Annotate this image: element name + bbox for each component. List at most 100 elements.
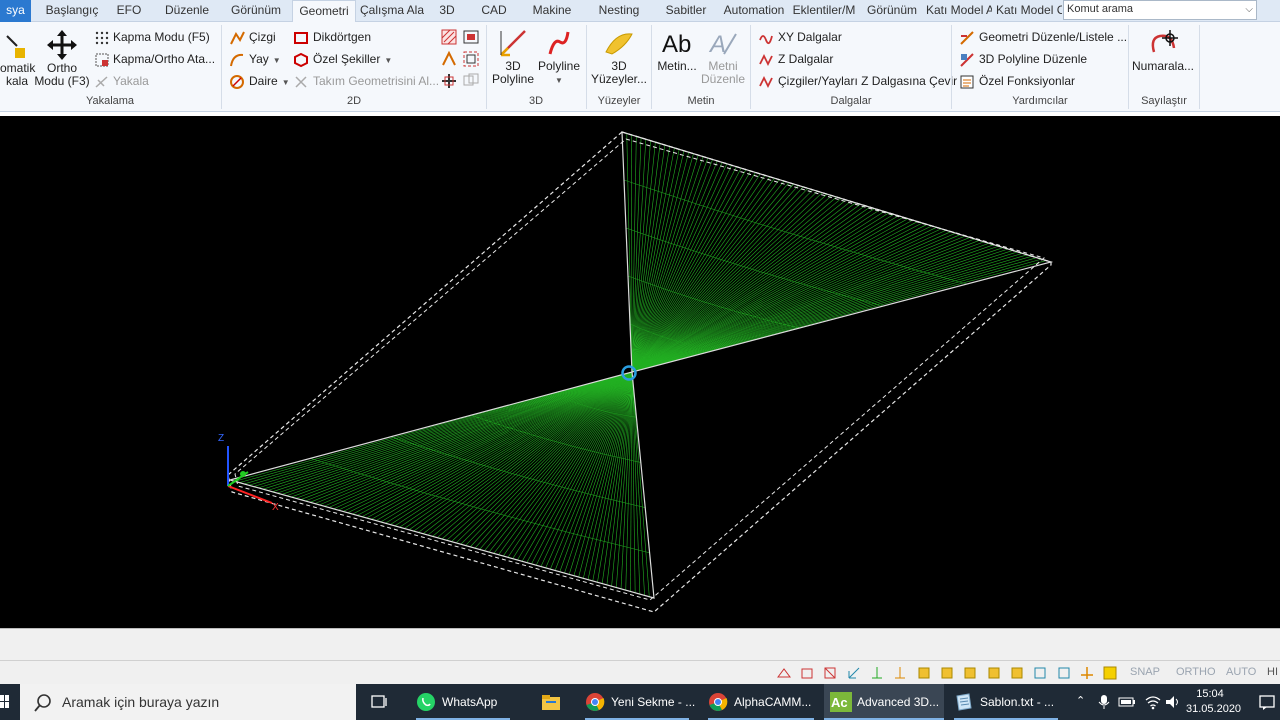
capture-button[interactable]: Yakala — [95, 72, 149, 90]
tab-solid-model-a[interactable]: Katı Model A — [926, 0, 992, 22]
xy-waves-button[interactable]: XY Dalgalar — [758, 28, 842, 46]
tool-geometry-button[interactable]: Takım Geometrisini Al... — [293, 72, 439, 90]
polyline-button[interactable]: Polyline ▼ — [536, 28, 582, 87]
tab-efo[interactable]: EFO — [108, 0, 150, 22]
chevron-down-icon[interactable]: ⌵ — [1245, 2, 1253, 18]
auto-toggle[interactable]: AUTO — [1226, 666, 1256, 678]
chevron-down-icon[interactable]: ▼ — [273, 56, 281, 65]
arc-button[interactable]: Yay ▼ — [229, 50, 281, 68]
rectangle-button[interactable]: Dikdörtgen — [293, 28, 371, 46]
command-search-input[interactable]: Komut arama ⌵ — [1063, 0, 1257, 20]
taskbar-app-chrome-1[interactable]: Yeni Sekme - ... — [585, 684, 695, 720]
highlight-box-icon[interactable] — [1102, 665, 1118, 681]
edit-text-button[interactable]: A Metni Düzenle — [700, 28, 746, 86]
tab-geometry[interactable]: Geometri — [292, 0, 356, 23]
tab-nesting[interactable]: Nesting — [592, 0, 646, 22]
group-label-capture: Yakalama — [85, 95, 135, 107]
windows-start-icon[interactable] — [0, 695, 10, 709]
chevron-down-icon[interactable]: ▼ — [282, 78, 290, 87]
geometry-edit-list-button[interactable]: Geometri Düzenle/Listele ... — [959, 28, 1127, 46]
chevron-down-icon[interactable]: ▼ — [384, 56, 392, 65]
special-shapes-button[interactable]: Özel Şekiller ▼ — [293, 50, 392, 68]
layer-box-icon[interactable] — [916, 665, 932, 681]
axis-xz-icon[interactable] — [869, 665, 885, 681]
view-front-icon[interactable] — [799, 665, 815, 681]
tab-cad[interactable]: CAD — [474, 0, 514, 22]
z-waves-button[interactable]: Z Dalgalar — [758, 50, 833, 68]
toolpath-line — [342, 371, 633, 512]
task-view-icon[interactable] — [370, 694, 390, 710]
hatch-icon[interactable] — [440, 28, 458, 46]
taskbar-app-label: Sablon.txt - ... — [980, 695, 1055, 709]
chevron-down-icon[interactable]: ▼ — [555, 76, 563, 85]
snap-toggle[interactable]: SNAP — [1130, 666, 1160, 678]
tab-solid-model-c[interactable]: Katı Model C — [996, 0, 1062, 22]
3d-polyline-button[interactable]: 3D Polyline — [488, 28, 538, 86]
speaker-icon[interactable] — [1164, 694, 1182, 710]
axis-yz-icon[interactable] — [892, 665, 908, 681]
line-button[interactable]: Çizgi — [229, 28, 276, 46]
text-button[interactable]: Ab Metin... — [654, 28, 700, 73]
numbering-button[interactable]: Numarala... — [1130, 28, 1196, 73]
layer-box-icon[interactable] — [986, 665, 1002, 681]
tab-constants[interactable]: Sabitler — [660, 0, 712, 22]
axis-xy-icon[interactable] — [846, 665, 862, 681]
trim-icon[interactable] — [440, 72, 458, 90]
tab-machine[interactable]: Makine — [526, 0, 578, 22]
layer-box-icon[interactable] — [939, 665, 955, 681]
layer-box-icon[interactable] — [1009, 665, 1025, 681]
tool-geometry-icon — [295, 76, 307, 88]
layer-box-icon[interactable] — [962, 665, 978, 681]
hi-toggle[interactable]: HI — [1267, 666, 1278, 678]
tab-addins[interactable]: Eklentiler/M — [790, 0, 858, 22]
layer-box-icon[interactable] — [1032, 665, 1048, 681]
explode-icon[interactable] — [440, 50, 458, 68]
automatic-capture-button[interactable]: omatik kala — [0, 32, 35, 88]
battery-icon[interactable] — [1118, 696, 1136, 708]
taskbar-search-box[interactable]: Aramak için buraya yazın — [20, 684, 356, 720]
ribbon-panel: omatik kala Ortho Modu (F3) Kapma Modu (… — [0, 22, 1280, 112]
taskbar-app-whatsapp[interactable]: WhatsApp — [416, 684, 516, 720]
tab-home[interactable]: Başlangıç — [36, 0, 108, 22]
notification-icon[interactable] — [1258, 693, 1276, 711]
view-iso-icon[interactable] — [776, 665, 792, 681]
taskbar-app-label: WhatsApp — [442, 695, 498, 709]
group-label-2d: 2D — [346, 95, 362, 107]
taskbar-app-notepad[interactable]: Sablon.txt - ... — [954, 684, 1062, 720]
tab-view-2[interactable]: Görünüm — [862, 0, 922, 22]
3d-surfaces-button[interactable]: 3D Yüzeyler... — [590, 28, 648, 86]
snap-ortho-set-button[interactable]: Kapma/Ortho Ata... — [95, 50, 215, 68]
wifi-icon[interactable] — [1144, 694, 1162, 710]
file-explorer-icon[interactable] — [541, 693, 561, 711]
microphone-icon[interactable] — [1097, 694, 1111, 710]
tab-automation[interactable]: Automation — [720, 0, 788, 22]
wireframe-model[interactable]: Z X — [0, 116, 1280, 628]
cad-viewport[interactable]: Z X — [0, 116, 1280, 628]
special-functions-button[interactable]: Özel Fonksiyonlar — [959, 72, 1075, 90]
3d-polyline-edit-label: 3D Polyline Düzenle — [979, 52, 1088, 66]
origin-icon[interactable] — [1079, 665, 1095, 681]
taskbar-app-alphacam[interactable]: Ac Advanced 3D... — [824, 684, 944, 720]
ortho-mode-button[interactable]: Ortho Modu (F3) — [34, 30, 90, 88]
command-line-area[interactable] — [0, 628, 1280, 660]
frame-icon[interactable] — [462, 28, 480, 46]
taskbar-app-chrome-2[interactable]: AlphaCAMM... — [708, 684, 820, 720]
tab-workspace[interactable]: Çalışma Ala — [360, 0, 424, 22]
ortho-toggle[interactable]: ORTHO — [1176, 666, 1216, 678]
tab-view[interactable]: Görünüm — [224, 0, 288, 22]
group-label-numbering: Sayılaştır — [1141, 95, 1187, 107]
copy-shape-icon[interactable] — [462, 72, 480, 90]
layer-box-icon[interactable] — [1056, 665, 1072, 681]
tab-file[interactable]: sya — [0, 0, 31, 22]
tab-3d[interactable]: 3D — [432, 0, 462, 22]
convert-to-z-wave-button[interactable]: Çizgiler/Yayları Z Dalgasına Çevir — [758, 72, 957, 90]
3d-polyline-edit-button[interactable]: 3D Polyline Düzenle — [959, 50, 1087, 68]
view-top-icon[interactable] — [822, 665, 838, 681]
svg-text:Ac: Ac — [831, 695, 848, 710]
circle-button[interactable]: Daire ▼ — [229, 72, 290, 90]
chevron-up-icon[interactable]: ⌃ — [1076, 694, 1085, 707]
taskbar-clock[interactable]: 15:04 31.05.2020 — [1186, 687, 1241, 717]
tab-edit[interactable]: Düzenle — [154, 0, 220, 22]
snap-mode-button[interactable]: Kapma Modu (F5) — [95, 28, 210, 46]
offset-icon[interactable] — [462, 50, 480, 68]
